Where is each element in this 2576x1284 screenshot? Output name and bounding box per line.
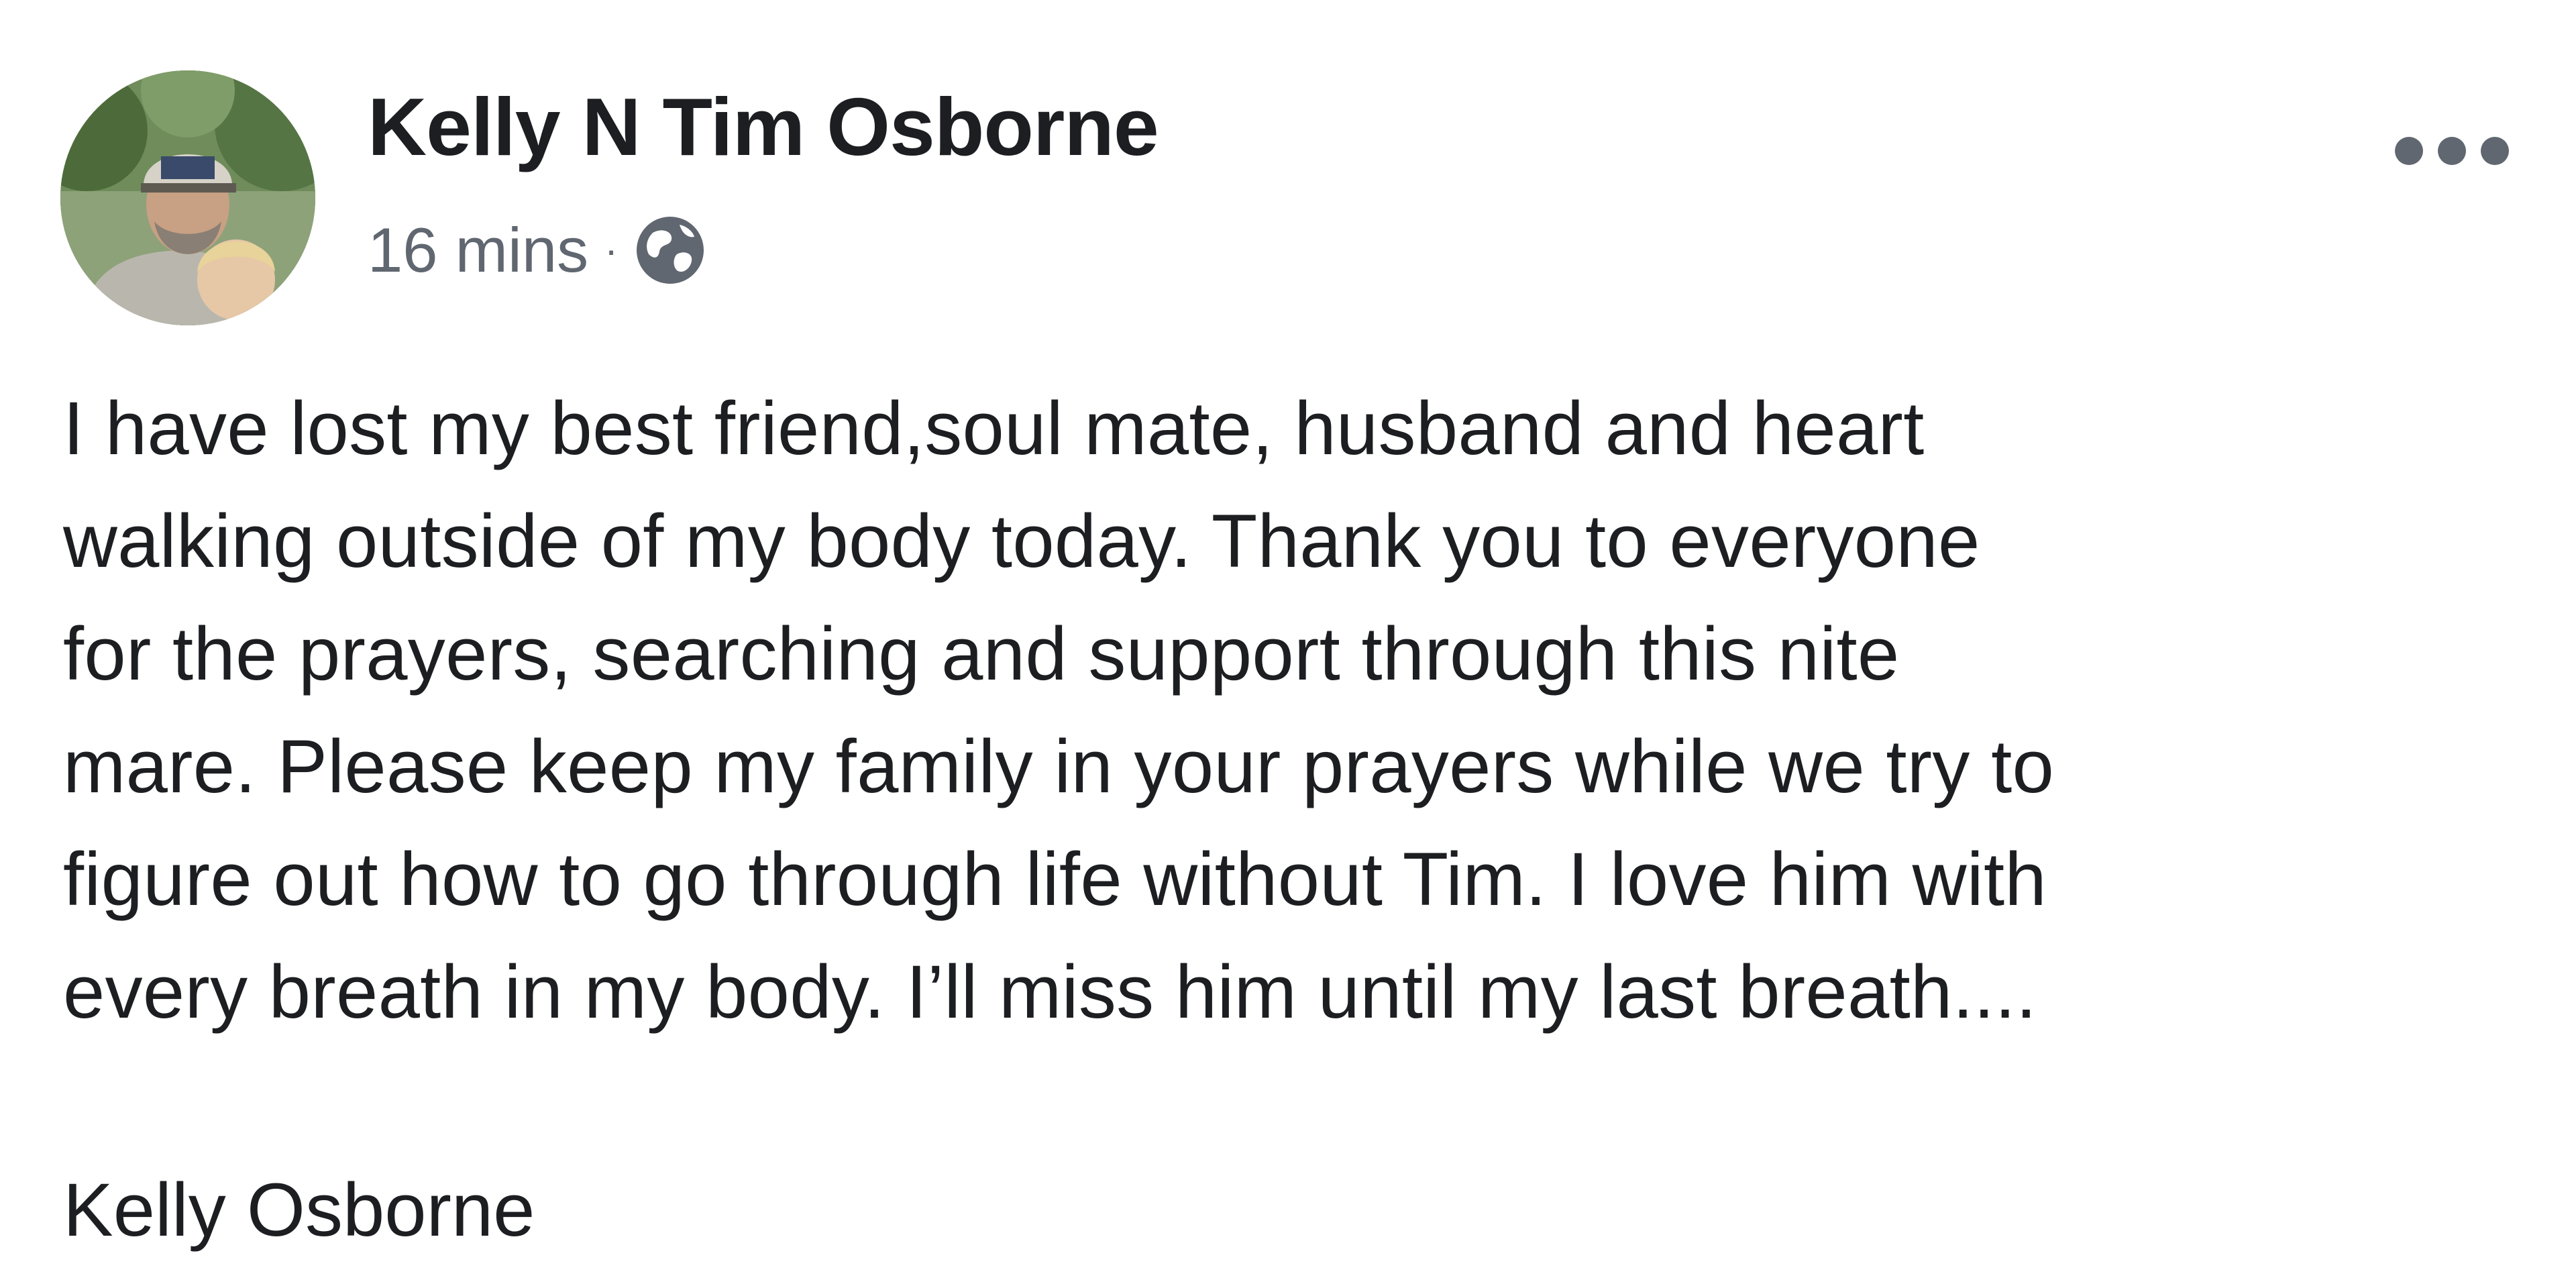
post-text-line: walking outside of my body today. Thank … [63, 499, 1980, 583]
avatar-photo [60, 70, 315, 325]
more-options-button[interactable] [2395, 124, 2509, 178]
facebook-post: Kelly N Tim Osborne 16 mins · I have los… [0, 0, 2576, 1284]
more-dot [2481, 137, 2509, 165]
post-text-line: for the prayers, searching and support t… [63, 612, 1900, 696]
meta-separator: · [604, 227, 619, 272]
author-avatar[interactable] [60, 70, 315, 325]
globe-icon[interactable] [633, 213, 708, 288]
post-text-line: figure out how to go through life withou… [63, 837, 2047, 921]
post-meta: 16 mins · [368, 213, 708, 287]
post-text-line: mare. Please keep my family in your pray… [63, 725, 2055, 808]
post-timestamp[interactable]: 16 mins [368, 219, 588, 282]
post-text-line: every breath in my body. I’ll miss him u… [63, 950, 2037, 1034]
more-horizontal-icon [2395, 137, 2423, 165]
post-body: I have lost my best friend,soul mate, hu… [63, 372, 2545, 1049]
author-name[interactable]: Kelly N Tim Osborne [368, 86, 1159, 168]
more-dot [2438, 137, 2466, 165]
post-signature: Kelly Osborne [63, 1168, 535, 1252]
post-text-line: I have lost my best friend,soul mate, hu… [63, 386, 1925, 470]
